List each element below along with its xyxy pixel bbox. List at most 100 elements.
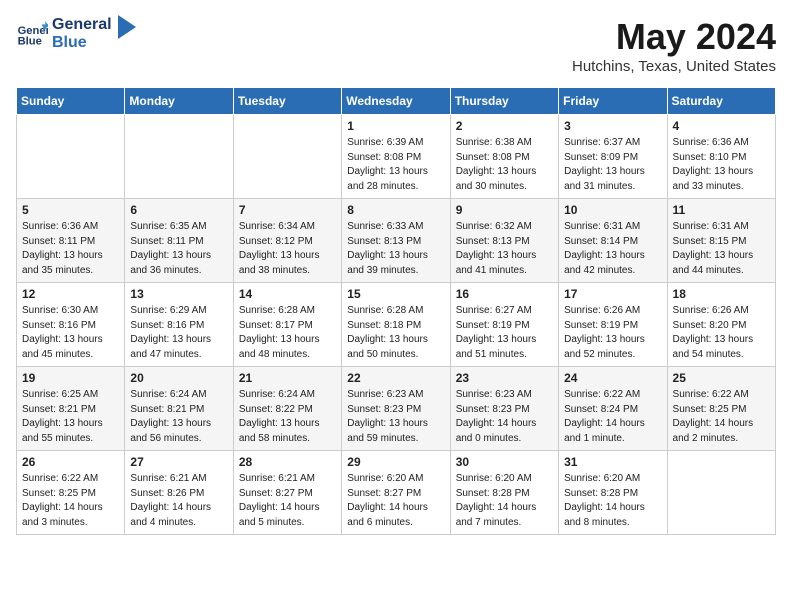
svg-text:Blue: Blue — [18, 36, 42, 48]
calendar-cell — [17, 115, 125, 199]
day-info: Sunrise: 6:36 AM Sunset: 8:11 PM Dayligh… — [22, 220, 119, 278]
calendar-cell: 7 Sunrise: 6:34 AM Sunset: 8:12 PM Daylig… — [233, 199, 341, 283]
calendar-cell: 5 Sunrise: 6:36 AM Sunset: 8:11 PM Daylig… — [17, 199, 125, 283]
day-number: 21 — [239, 371, 336, 385]
calendar-cell: 30Sunrise: 6:20 AM Sunset: 8:28 PM Dayli… — [450, 451, 558, 535]
day-info: Sunrise: 6:23 AM Sunset: 8:23 PM Dayligh… — [456, 388, 553, 446]
calendar-cell: 26Sunrise: 6:22 AM Sunset: 8:25 PM Dayli… — [17, 451, 125, 535]
calendar-cell: 6 Sunrise: 6:35 AM Sunset: 8:11 PM Daylig… — [125, 199, 233, 283]
calendar-cell: 4 Sunrise: 6:36 AM Sunset: 8:10 PM Daylig… — [667, 115, 775, 199]
day-info: Sunrise: 6:36 AM Sunset: 8:10 PM Dayligh… — [673, 136, 770, 194]
day-number: 3 — [564, 119, 661, 133]
day-number: 4 — [673, 119, 770, 133]
day-info: Sunrise: 6:20 AM Sunset: 8:28 PM Dayligh… — [564, 472, 661, 530]
calendar-cell: 25 Sunrise: 6:22 AM Sunset: 8:25 PM Dayli… — [667, 367, 775, 451]
day-number: 25 — [673, 371, 770, 385]
day-info: Sunrise: 6:30 AM Sunset: 8:16 PM Dayligh… — [22, 304, 119, 362]
col-header-wednesday: Wednesday — [342, 88, 450, 115]
day-number: 18 — [673, 287, 770, 301]
day-number: 9 — [456, 203, 553, 217]
day-info: Sunrise: 6:25 AM Sunset: 8:21 PM Dayligh… — [22, 388, 119, 446]
day-number: 28 — [239, 455, 336, 469]
day-number: 30 — [456, 455, 553, 469]
day-number: 6 — [130, 203, 227, 217]
day-number: 7 — [239, 203, 336, 217]
day-info: Sunrise: 6:26 AM Sunset: 8:20 PM Dayligh… — [673, 304, 770, 362]
day-number: 15 — [347, 287, 444, 301]
day-info: Sunrise: 6:22 AM Sunset: 8:24 PM Dayligh… — [564, 388, 661, 446]
day-info: Sunrise: 6:39 AM Sunset: 8:08 PM Dayligh… — [347, 136, 444, 194]
day-info: Sunrise: 6:23 AM Sunset: 8:23 PM Dayligh… — [347, 388, 444, 446]
day-info: Sunrise: 6:28 AM Sunset: 8:18 PM Dayligh… — [347, 304, 444, 362]
calendar-cell: 18 Sunrise: 6:26 AM Sunset: 8:20 PM Dayli… — [667, 283, 775, 367]
day-info: Sunrise: 6:21 AM Sunset: 8:27 PM Dayligh… — [239, 472, 336, 530]
month-title: May 2024 — [572, 16, 776, 58]
day-number: 10 — [564, 203, 661, 217]
calendar-cell — [233, 115, 341, 199]
calendar-cell: 9 Sunrise: 6:32 AM Sunset: 8:13 PM Daylig… — [450, 199, 558, 283]
day-info: Sunrise: 6:27 AM Sunset: 8:19 PM Dayligh… — [456, 304, 553, 362]
day-number: 1 — [347, 119, 444, 133]
day-info: Sunrise: 6:22 AM Sunset: 8:25 PM Dayligh… — [22, 472, 119, 530]
day-info: Sunrise: 6:32 AM Sunset: 8:13 PM Dayligh… — [456, 220, 553, 278]
day-number: 12 — [22, 287, 119, 301]
day-info: Sunrise: 6:34 AM Sunset: 8:12 PM Dayligh… — [239, 220, 336, 278]
calendar-cell: 8 Sunrise: 6:33 AM Sunset: 8:13 PM Daylig… — [342, 199, 450, 283]
day-info: Sunrise: 6:31 AM Sunset: 8:14 PM Dayligh… — [564, 220, 661, 278]
day-info: Sunrise: 6:22 AM Sunset: 8:25 PM Dayligh… — [673, 388, 770, 446]
calendar-cell: 16 Sunrise: 6:27 AM Sunset: 8:19 PM Dayli… — [450, 283, 558, 367]
calendar-cell: 22 Sunrise: 6:23 AM Sunset: 8:23 PM Dayli… — [342, 367, 450, 451]
day-info: Sunrise: 6:24 AM Sunset: 8:22 PM Dayligh… — [239, 388, 336, 446]
logo-icon: General Blue — [16, 18, 48, 50]
day-info: Sunrise: 6:29 AM Sunset: 8:16 PM Dayligh… — [130, 304, 227, 362]
day-number: 31 — [564, 455, 661, 469]
day-info: Sunrise: 6:35 AM Sunset: 8:11 PM Dayligh… — [130, 220, 227, 278]
calendar-cell: 15 Sunrise: 6:28 AM Sunset: 8:18 PM Dayli… — [342, 283, 450, 367]
day-number: 8 — [347, 203, 444, 217]
calendar-cell — [125, 115, 233, 199]
day-info: Sunrise: 6:28 AM Sunset: 8:17 PM Dayligh… — [239, 304, 336, 362]
calendar-cell: 1 Sunrise: 6:39 AM Sunset: 8:08 PM Daylig… — [342, 115, 450, 199]
day-number: 20 — [130, 371, 227, 385]
col-header-sunday: Sunday — [17, 88, 125, 115]
calendar-cell: 29 Sunrise: 6:20 AM Sunset: 8:27 PM Dayli… — [342, 451, 450, 535]
calendar-cell: 24Sunrise: 6:22 AM Sunset: 8:24 PM Dayli… — [559, 367, 667, 451]
week-row-2: 5 Sunrise: 6:36 AM Sunset: 8:11 PM Daylig… — [17, 199, 776, 283]
day-info: Sunrise: 6:37 AM Sunset: 8:09 PM Dayligh… — [564, 136, 661, 194]
calendar-cell: 19 Sunrise: 6:25 AM Sunset: 8:21 PM Dayli… — [17, 367, 125, 451]
day-number: 19 — [22, 371, 119, 385]
day-number: 27 — [130, 455, 227, 469]
logo-blue: Blue — [52, 34, 112, 52]
col-header-saturday: Saturday — [667, 88, 775, 115]
calendar-cell: 2Sunrise: 6:38 AM Sunset: 8:08 PM Daylig… — [450, 115, 558, 199]
col-header-friday: Friday — [559, 88, 667, 115]
calendar-cell: 20Sunrise: 6:24 AM Sunset: 8:21 PM Dayli… — [125, 367, 233, 451]
page-header: General Blue General Blue May 2024 Hutch… — [16, 16, 776, 75]
day-number: 29 — [347, 455, 444, 469]
week-row-5: 26Sunrise: 6:22 AM Sunset: 8:25 PM Dayli… — [17, 451, 776, 535]
week-row-3: 12 Sunrise: 6:30 AM Sunset: 8:16 PM Dayli… — [17, 283, 776, 367]
day-number: 16 — [456, 287, 553, 301]
day-info: Sunrise: 6:31 AM Sunset: 8:15 PM Dayligh… — [673, 220, 770, 278]
calendar-cell: 13Sunrise: 6:29 AM Sunset: 8:16 PM Dayli… — [125, 283, 233, 367]
day-number: 11 — [673, 203, 770, 217]
calendar-cell: 17Sunrise: 6:26 AM Sunset: 8:19 PM Dayli… — [559, 283, 667, 367]
calendar-cell: 21 Sunrise: 6:24 AM Sunset: 8:22 PM Dayli… — [233, 367, 341, 451]
calendar-table: SundayMondayTuesdayWednesdayThursdayFrid… — [16, 87, 776, 535]
col-header-thursday: Thursday — [450, 88, 558, 115]
day-info: Sunrise: 6:20 AM Sunset: 8:27 PM Dayligh… — [347, 472, 444, 530]
calendar-cell: 28 Sunrise: 6:21 AM Sunset: 8:27 PM Dayli… — [233, 451, 341, 535]
day-number: 5 — [22, 203, 119, 217]
title-block: May 2024 Hutchins, Texas, United States — [572, 16, 776, 75]
day-number: 22 — [347, 371, 444, 385]
calendar-cell: 10 Sunrise: 6:31 AM Sunset: 8:14 PM Dayli… — [559, 199, 667, 283]
day-info: Sunrise: 6:21 AM Sunset: 8:26 PM Dayligh… — [130, 472, 227, 530]
logo: General Blue General Blue — [16, 16, 136, 53]
logo-arrow-icon — [118, 15, 136, 45]
day-info: Sunrise: 6:26 AM Sunset: 8:19 PM Dayligh… — [564, 304, 661, 362]
day-info: Sunrise: 6:33 AM Sunset: 8:13 PM Dayligh… — [347, 220, 444, 278]
day-number: 14 — [239, 287, 336, 301]
col-header-tuesday: Tuesday — [233, 88, 341, 115]
col-header-monday: Monday — [125, 88, 233, 115]
day-info: Sunrise: 6:38 AM Sunset: 8:08 PM Dayligh… — [456, 136, 553, 194]
